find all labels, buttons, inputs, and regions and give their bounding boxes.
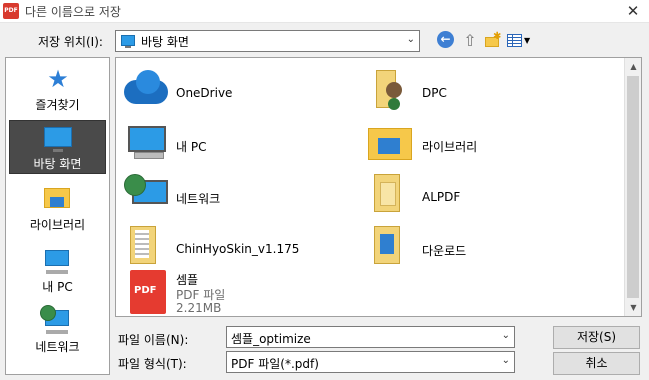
- item-name: DPC: [422, 86, 447, 100]
- desktop-icon: [44, 127, 72, 152]
- app-pdf-icon: PDF: [3, 3, 19, 19]
- place-network[interactable]: 네트워크: [9, 304, 106, 358]
- item-name: 네트워크: [176, 192, 221, 206]
- filename-value: 셈플_optimize: [231, 332, 311, 346]
- pdf-file-icon: PDF: [122, 270, 166, 314]
- library-icon: [44, 188, 70, 208]
- item-name: 라이브러리: [422, 140, 478, 154]
- file-list[interactable]: OneDrive DPC 내 PC 라이브러리 네트워크 ALPDF ChinH…: [115, 57, 642, 317]
- vertical-scrollbar[interactable]: ▲ ▼: [624, 58, 641, 316]
- item-size: 2.21MB: [176, 301, 222, 315]
- computer-icon: [45, 250, 69, 274]
- list-item[interactable]: 내 PC: [116, 116, 356, 160]
- item-name: ALPDF: [422, 190, 461, 204]
- list-item[interactable]: OneDrive: [116, 64, 356, 108]
- list-item[interactable]: 라이브러리: [362, 116, 602, 160]
- new-folder-button[interactable]: ✱: [483, 31, 503, 51]
- back-button[interactable]: ←: [437, 31, 457, 51]
- save-location-select[interactable]: 바탕 화면 ⌄: [115, 30, 420, 52]
- up-folder-button[interactable]: ⇧: [460, 31, 480, 51]
- up-folder-icon: ⇧: [463, 31, 477, 50]
- desktop-icon: [121, 35, 135, 48]
- zip-folder-icon: [122, 226, 166, 264]
- chevron-down-icon: ⌄: [501, 355, 510, 366]
- sparkle-icon: ✱: [493, 31, 502, 42]
- place-label: 즐겨찾기: [35, 98, 80, 112]
- places-bar: ★ 즐겨찾기 바탕 화면 라이브러리 내 PC 네트워크: [5, 57, 110, 375]
- item-name: ChinHyoSkin_v1.175: [176, 242, 300, 256]
- item-name: 다운로드: [422, 244, 467, 258]
- computer-icon: [122, 122, 166, 159]
- back-arrow-icon: ←: [437, 31, 454, 48]
- download-folder-icon: [368, 226, 412, 264]
- window-title: 다른 이름으로 저장: [25, 5, 121, 19]
- list-item[interactable]: ChinHyoSkin_v1.175: [116, 220, 356, 264]
- list-item[interactable]: 다운로드: [362, 220, 602, 264]
- place-label: 내 PC: [42, 280, 73, 294]
- pdf-icon-text: PDF: [134, 285, 157, 296]
- list-item[interactable]: ALPDF: [362, 168, 602, 212]
- library-folder-icon: [368, 122, 412, 160]
- item-name: OneDrive: [176, 86, 233, 100]
- list-item[interactable]: PDF 셈플 PDF 파일 2.21MB: [116, 268, 356, 316]
- place-my-pc[interactable]: 내 PC: [9, 244, 106, 298]
- chevron-down-icon[interactable]: ⌄: [502, 330, 510, 341]
- cancel-button[interactable]: 취소: [553, 352, 640, 375]
- chevron-down-icon: ⌄: [406, 34, 415, 45]
- network-icon: [40, 305, 69, 334]
- save-location-label: 저장 위치(I):: [38, 35, 103, 49]
- item-name: 내 PC: [176, 140, 207, 154]
- scrollbar-thumb[interactable]: [627, 76, 639, 298]
- view-menu-button[interactable]: ▼: [506, 31, 532, 51]
- place-label: 바탕 화면: [33, 157, 82, 171]
- filename-label: 파일 이름(N):: [118, 333, 189, 347]
- folder-icon: [368, 174, 412, 212]
- filetype-value: PDF 파일(*.pdf): [231, 357, 319, 371]
- scroll-up-arrow-icon[interactable]: ▲: [625, 58, 641, 75]
- network-icon: [122, 174, 168, 210]
- cloud-icon: [122, 70, 168, 106]
- save-button[interactable]: 저장(S): [553, 326, 640, 349]
- view-grid-icon: [507, 34, 522, 47]
- place-desktop[interactable]: 바탕 화면: [9, 120, 106, 174]
- place-favorites[interactable]: ★ 즐겨찾기: [9, 62, 106, 116]
- close-button[interactable]: ✕: [625, 3, 641, 19]
- place-label: 라이브러리: [29, 218, 86, 232]
- filetype-label: 파일 형식(T):: [118, 357, 187, 371]
- chevron-down-icon: ▼: [524, 36, 531, 45]
- save-location-value: 바탕 화면: [141, 35, 189, 49]
- place-label: 네트워크: [35, 340, 80, 354]
- filetype-select[interactable]: PDF 파일(*.pdf) ⌄: [226, 351, 515, 373]
- list-item[interactable]: DPC: [362, 64, 602, 108]
- place-library[interactable]: 라이브러리: [9, 182, 106, 236]
- star-icon: ★: [47, 65, 69, 93]
- scroll-down-arrow-icon[interactable]: ▼: [625, 299, 641, 316]
- filename-field[interactable]: 셈플_optimize ⌄: [226, 326, 515, 348]
- title-bar: PDF 다른 이름으로 저장 ✕: [0, 0, 649, 23]
- user-folder-icon: [368, 70, 412, 108]
- list-item[interactable]: 네트워크: [116, 168, 356, 212]
